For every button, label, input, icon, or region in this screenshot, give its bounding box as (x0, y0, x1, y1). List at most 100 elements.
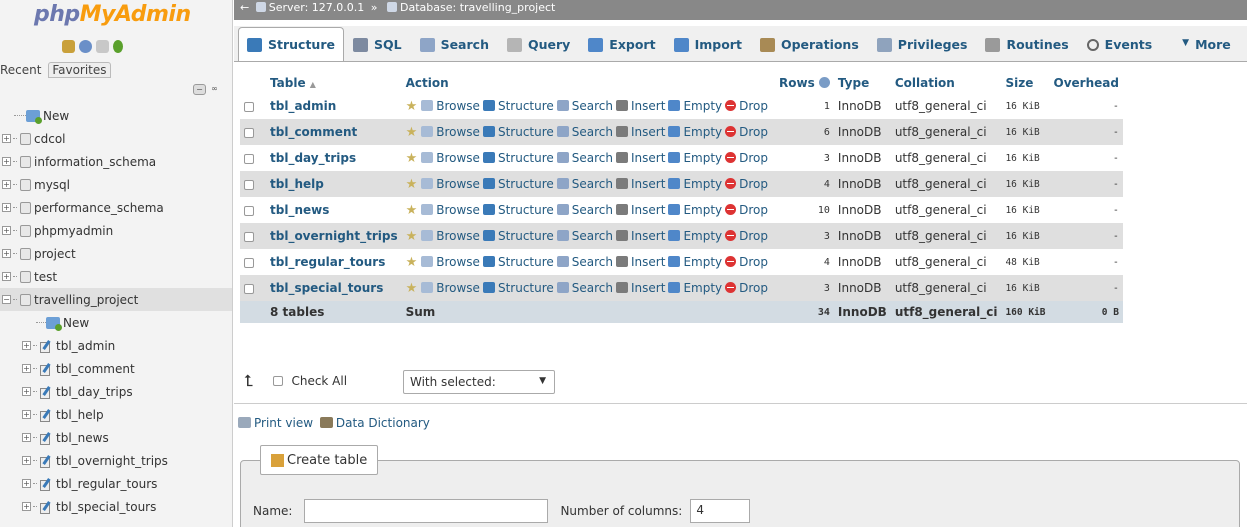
with-selected-select[interactable]: With selected: ▼ (403, 370, 555, 394)
tree-item-table[interactable]: + tbl_special_tours (0, 495, 232, 518)
row-size[interactable]: 16 KiB (1001, 223, 1050, 249)
col-header-type[interactable]: Type (834, 73, 891, 93)
browse-action[interactable]: Browse (421, 177, 480, 191)
structure-action[interactable]: Structure (482, 229, 554, 243)
tree-label[interactable]: cdcol (34, 132, 66, 146)
row-size[interactable]: 16 KiB (1001, 275, 1050, 301)
expand-icon[interactable]: + (22, 387, 31, 396)
star-icon[interactable]: ★ (406, 229, 418, 244)
search-action[interactable]: Search (556, 255, 613, 269)
drop-action[interactable]: Drop (725, 255, 768, 269)
row-size[interactable]: 16 KiB (1001, 171, 1050, 197)
data-dictionary-link[interactable]: Data Dictionary (336, 416, 430, 430)
expand-icon[interactable]: + (2, 134, 11, 143)
print-view-link[interactable]: Print view (254, 416, 313, 430)
drop-action[interactable]: Drop (725, 229, 768, 243)
row-size[interactable]: 16 KiB (1001, 145, 1050, 171)
tab-sql[interactable]: SQL (344, 27, 411, 61)
empty-action[interactable]: Empty (668, 203, 722, 217)
expand-icon[interactable]: + (2, 180, 11, 189)
tree-item-table[interactable]: + tbl_help (0, 403, 232, 426)
tab-search[interactable]: Search (411, 27, 498, 61)
tab-more[interactable]: ▼ More (1173, 27, 1240, 61)
insert-action[interactable]: Insert (616, 125, 665, 139)
tree-label[interactable]: test (34, 270, 57, 284)
tree-item-table[interactable]: + tbl_regular_tours (0, 472, 232, 495)
row-checkbox[interactable] (244, 101, 254, 112)
empty-action[interactable]: Empty (668, 99, 722, 113)
tree-label[interactable]: tbl_admin (56, 339, 115, 353)
expand-icon[interactable]: + (22, 341, 31, 350)
table-name-input[interactable] (304, 499, 549, 523)
star-icon[interactable]: ★ (406, 99, 418, 114)
tree-label[interactable]: tbl_comment (56, 362, 135, 376)
col-header-table[interactable]: Table ▲ (266, 73, 402, 93)
insert-action[interactable]: Insert (616, 255, 665, 269)
collapse-all-icon[interactable]: − (193, 84, 206, 95)
tree-label[interactable]: mysql (34, 178, 70, 192)
phpmyadmin-logo[interactable]: phpMyAdmin (34, 2, 191, 27)
table-name-link[interactable]: tbl_admin (270, 99, 336, 113)
tree-item-table[interactable]: + tbl_comment (0, 357, 232, 380)
tree-item-new[interactable]: New (0, 104, 232, 127)
tree-item-database[interactable]: + mysql (0, 173, 232, 196)
browse-action[interactable]: Browse (421, 255, 480, 269)
tab-import[interactable]: Import (665, 27, 751, 61)
empty-action[interactable]: Empty (668, 177, 722, 191)
row-checkbox[interactable] (244, 257, 254, 268)
insert-action[interactable]: Insert (616, 203, 665, 217)
tree-item-database[interactable]: + test (0, 265, 232, 288)
tree-item-table[interactable]: + tbl_news (0, 426, 232, 449)
structure-action[interactable]: Structure (482, 177, 554, 191)
tree-label[interactable]: tbl_special_tours (56, 500, 156, 514)
browse-action[interactable]: Browse (421, 99, 480, 113)
structure-action[interactable]: Structure (482, 255, 554, 269)
search-action[interactable]: Search (556, 125, 613, 139)
structure-action[interactable]: Structure (482, 125, 554, 139)
drop-action[interactable]: Drop (725, 203, 768, 217)
star-icon[interactable]: ★ (406, 125, 418, 140)
expand-icon[interactable]: + (2, 249, 11, 258)
tab-structure[interactable]: Structure (238, 27, 344, 61)
tree-label[interactable]: tbl_overnight_trips (56, 454, 168, 468)
reload-icon[interactable] (113, 40, 123, 53)
tab-query[interactable]: Query (498, 27, 579, 61)
tree-item-database[interactable]: + phpmyadmin (0, 219, 232, 242)
drop-action[interactable]: Drop (725, 281, 768, 295)
table-name-link[interactable]: tbl_overnight_trips (270, 229, 398, 243)
breadcrumb-database[interactable]: Database: travelling_project (400, 1, 555, 14)
col-header-overhead[interactable]: Overhead (1050, 73, 1123, 93)
number-of-columns-input[interactable]: 4 (690, 499, 751, 523)
expand-icon[interactable]: + (2, 157, 11, 166)
tab-events[interactable]: Events (1078, 27, 1161, 61)
star-icon[interactable]: ★ (406, 255, 418, 270)
tab-operations[interactable]: Operations (751, 27, 868, 61)
home-icon[interactable] (62, 40, 75, 53)
table-name-link[interactable]: tbl_day_trips (270, 151, 356, 165)
insert-action[interactable]: Insert (616, 281, 665, 295)
search-action[interactable]: Search (556, 229, 613, 243)
browse-action[interactable]: Browse (421, 281, 480, 295)
browse-action[interactable]: Browse (421, 151, 480, 165)
empty-action[interactable]: Empty (668, 151, 722, 165)
tree-label[interactable]: performance_schema (34, 201, 164, 215)
insert-action[interactable]: Insert (616, 229, 665, 243)
expand-icon[interactable]: + (2, 203, 11, 212)
tree-item-new-table[interactable]: New (0, 311, 232, 334)
tree-item-table[interactable]: + tbl_overnight_trips (0, 449, 232, 472)
star-icon[interactable]: ★ (406, 281, 418, 296)
structure-action[interactable]: Structure (482, 151, 554, 165)
row-checkbox[interactable] (244, 231, 254, 242)
structure-action[interactable]: Structure (482, 203, 554, 217)
breadcrumb-server[interactable]: Server: 127.0.0.1 (269, 1, 365, 14)
row-size[interactable]: 16 KiB (1001, 93, 1050, 119)
tree-label[interactable]: information_schema (34, 155, 156, 169)
col-header-size[interactable]: Size (1001, 73, 1049, 93)
tree-label[interactable]: tbl_news (56, 431, 109, 445)
drop-action[interactable]: Drop (725, 151, 768, 165)
check-all-label[interactable]: Check All (291, 374, 347, 388)
search-action[interactable]: Search (556, 177, 613, 191)
tree-item-database[interactable]: − travelling_project (0, 288, 232, 311)
tree-item-database[interactable]: + performance_schema (0, 196, 232, 219)
expand-icon[interactable]: + (22, 433, 31, 442)
